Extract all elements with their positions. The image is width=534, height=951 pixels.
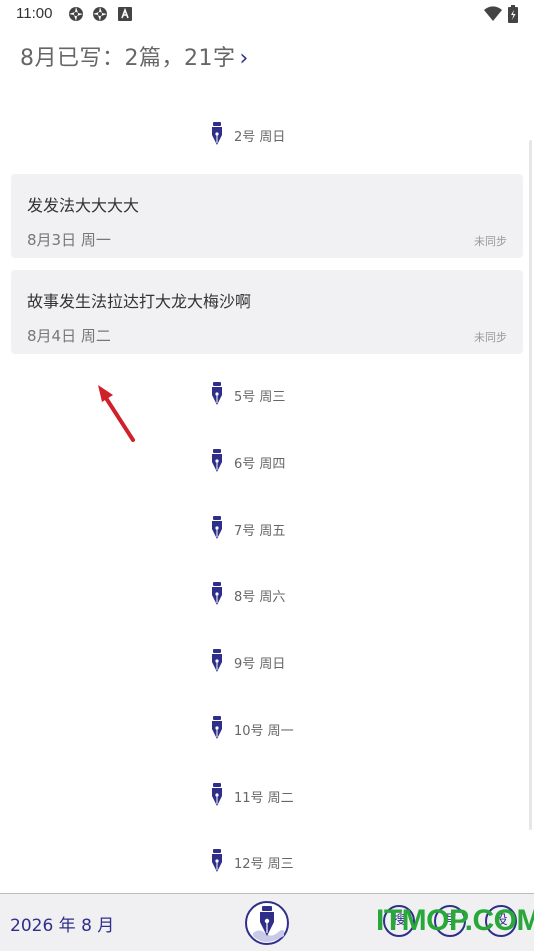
a-box-icon [118,7,132,21]
entry-date: 8月4日 周二 [27,327,111,345]
aperture-icon [93,7,107,21]
entry-date: 8月3日 周一 [27,231,111,249]
fountain-pen-icon [212,649,222,672]
fountain-pen-icon [212,382,222,405]
aperture-icon [69,7,83,21]
fountain-pen-icon [212,449,222,472]
sync-status: 未同步 [474,235,507,248]
status-time: 11:00 [16,5,53,22]
day-row[interactable]: 2号 周日 [0,120,534,148]
day-label: 6号 周四 [234,457,286,472]
day-label: 10号 周一 [234,724,294,739]
day-label: 11号 周二 [234,791,294,806]
fountain-pen-icon [212,582,222,605]
fountain-pen-icon [212,849,222,872]
chevron-right-icon: › [239,46,249,71]
day-label: 7号 周五 [234,524,286,539]
fountain-pen-icon [212,716,222,739]
wifi-icon [484,6,502,22]
sync-status: 未同步 [474,331,507,344]
day-row[interactable]: 8号 周六 [0,580,534,608]
day-label: 5号 周三 [234,390,286,405]
day-label: 8号 周六 [234,590,286,605]
day-row[interactable]: 10号 周一 [0,714,534,742]
app-logo-icon[interactable] [244,900,290,946]
watermark-text: ITMOP.COM [376,904,534,937]
status-bar: 11:00 [0,0,534,28]
month-selector[interactable]: 2026 年 8 月 [10,911,114,936]
day-row[interactable]: 12号 周三 [0,847,534,875]
battery-icon [508,5,518,23]
day-row[interactable]: 5号 周三 [0,380,534,408]
fountain-pen-icon [212,516,222,539]
entry-title: 故事发生法拉达打大龙大梅沙啊 [27,292,252,311]
diary-entry-card[interactable]: 故事发生法拉达打大龙大梅沙啊 8月4日 周二 未同步 [11,270,523,354]
diary-entry-card[interactable]: 发发法大大大大 8月3日 周一 未同步 [11,174,523,258]
day-label: 12号 周三 [234,857,294,872]
day-row[interactable]: 9号 周日 [0,647,534,675]
day-row[interactable]: 11号 周二 [0,781,534,809]
fountain-pen-icon [212,783,222,806]
month-summary[interactable]: 8月已写：2篇，21字 › [20,40,249,72]
fountain-pen-icon [212,122,222,145]
summary-text: 8月已写：2篇，21字 [20,46,236,71]
day-row[interactable]: 7号 周五 [0,514,534,542]
entry-title: 发发法大大大大 [27,196,140,215]
day-row[interactable]: 6号 周四 [0,447,534,475]
day-label: 9号 周日 [234,657,286,672]
day-label: 2号 周日 [234,130,286,145]
